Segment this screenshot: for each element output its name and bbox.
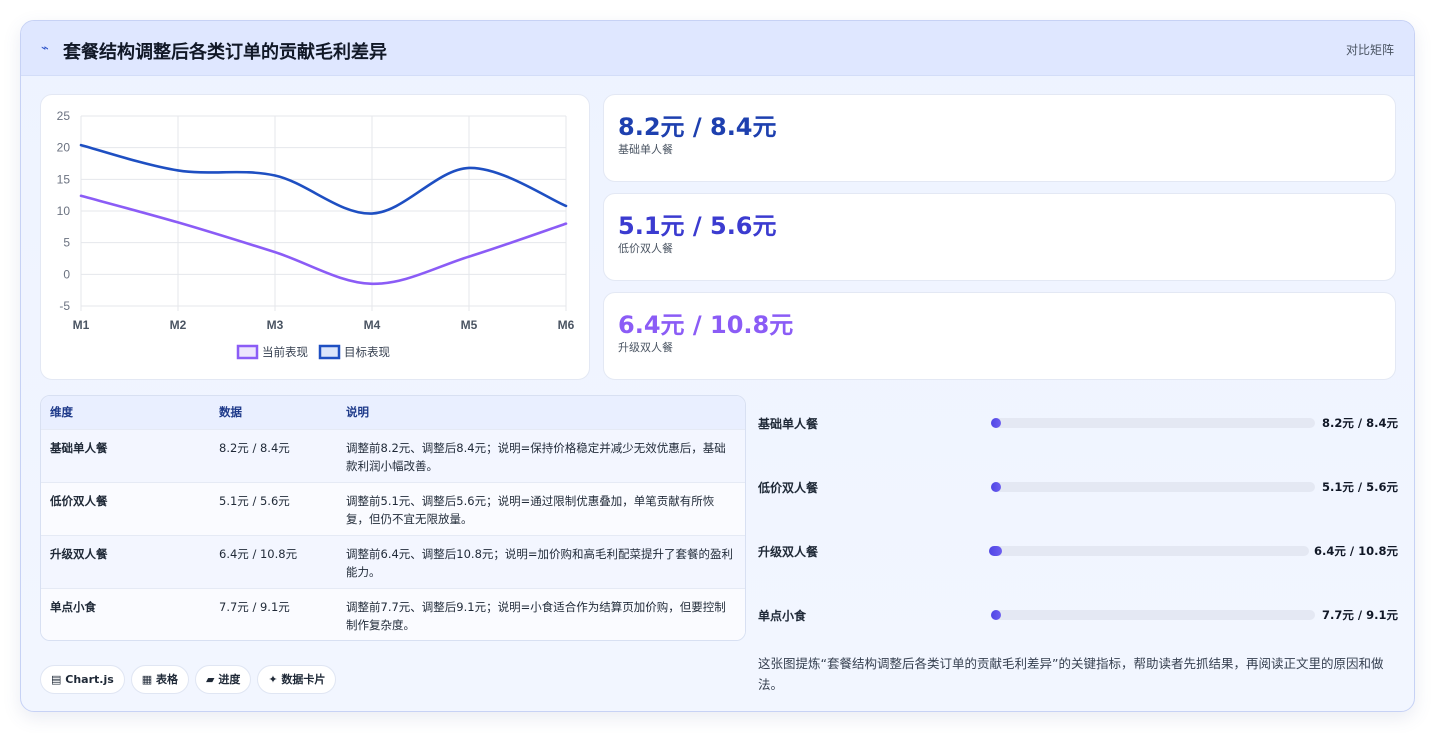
line-chart: 25 20 15 10 5 0 -5M1 M2 M3 M4 M5 M6 当前表现 目标表现 — [57, 109, 575, 360]
table-row: 低价双人餐 5.1元 / 5.6元 调整前5.1元、调整后5.6元；说明=通过限… — [41, 482, 745, 535]
cell-data: 6.4元 / 10.8元 — [219, 546, 298, 561]
progress-label: 单点小食 — [758, 609, 807, 623]
progress-row: 单点小食 7.7元 / 9.1元 — [758, 605, 1398, 625]
cell-data: 8.2元 / 8.4元 — [219, 440, 290, 455]
table-row: 基础单人餐 8.2元 / 8.4元 调整前8.2元、调整后8.4元；说明=保持价… — [41, 429, 745, 482]
chip-label: 表格 — [156, 673, 179, 686]
tech-chips: ▤ Chart.js ▦ 表格 ▰ 进度 ✦ 数据卡片 — [40, 665, 342, 695]
cell-note: 调整前6.4元、调整后10.8元；说明=加价购和高毛利配菜提升了套餐的盈利能力。 — [346, 546, 734, 579]
cell-note: 调整前8.2元、调整后8.4元；说明=保持价格稳定并减少无效优惠后，基础款利润小… — [346, 440, 726, 473]
column-header: 说明 — [346, 405, 369, 420]
chart-icon: ▤ — [51, 673, 62, 686]
chart-description: 这张图提炼“套餐结构调整后各类订单的贡献毛利差异”的关键指标，帮助读者先抓结果，… — [758, 656, 1384, 692]
kpi-label: 低价双人餐 — [618, 242, 673, 255]
x-tick-label: M1 — [73, 318, 90, 332]
progress-label: 基础单人餐 — [758, 417, 819, 431]
y-tick-label: 15 — [57, 172, 71, 186]
kpi-card-upgrade-double: 6.4元 / 10.8元 升级双人餐 — [603, 292, 1396, 380]
y-tick-label: 20 — [57, 141, 71, 155]
kpi-value: 6.4元 / 10.8元 — [618, 311, 794, 339]
chip-table[interactable]: ▦ 表格 — [130, 665, 190, 694]
panel-header: ⌁ 套餐结构调整后各类订单的贡献毛利差异 对比矩阵 — [21, 21, 1414, 76]
chip-chartjs[interactable]: ▤ Chart.js — [40, 665, 125, 694]
progress-track — [991, 418, 1315, 428]
cell-dimension: 升级双人餐 — [50, 546, 108, 561]
pulse-icon: ⌁ — [41, 41, 49, 56]
progress-icon: ▰ — [206, 673, 215, 686]
page-title: 套餐结构调整后各类订单的贡献毛利差异 — [63, 42, 387, 63]
x-tick-label: M3 — [267, 318, 284, 332]
progress-row: 基础单人餐 8.2元 / 8.4元 — [758, 413, 1398, 433]
progress-value: 8.2元 / 8.4元 — [1322, 416, 1398, 430]
progress-row: 升级双人餐 6.4元 / 10.8元 — [758, 541, 1398, 561]
legend-label: 目标表现 — [344, 345, 390, 359]
chip-data-cards[interactable]: ✦ 数据卡片 — [257, 665, 337, 694]
kpi-value: 5.1元 / 5.6元 — [618, 212, 777, 240]
legend-swatch — [236, 344, 259, 360]
table-row: 单点小食 7.7元 / 9.1元 调整前7.7元、调整后9.1元；说明=小食适合… — [41, 588, 745, 640]
y-tick-label: 5 — [63, 236, 70, 250]
progress-fill — [991, 482, 1001, 492]
progress-value: 6.4元 / 10.8元 — [1314, 544, 1398, 558]
kpi-label: 基础单人餐 — [618, 143, 673, 156]
x-tick-label: M5 — [461, 318, 478, 332]
cell-dimension: 低价双人餐 — [50, 493, 108, 508]
series-line — [79, 194, 568, 286]
progress-fill — [991, 610, 1001, 620]
cell-data: 7.7元 / 9.1元 — [219, 599, 290, 614]
line-chart-card: 25 20 15 10 5 0 -5 M1 M2 M3 M4 M5 M6 当前表现 目标表现 — [40, 94, 590, 380]
progress-track — [991, 482, 1315, 492]
chip-label: Chart.js — [65, 673, 114, 686]
chip-label: 进度 — [218, 673, 241, 686]
column-header: 维度 — [50, 405, 73, 420]
cell-note: 调整前7.7元、调整后9.1元；说明=小食适合作为结算页加价购，但要控制制作复杂… — [346, 599, 726, 632]
progress-list: 基础单人餐 8.2元 / 8.4元 低价双人餐 5.1元 / 5.6元 升级双人… — [758, 395, 1398, 645]
table-row: 升级双人餐 6.4元 / 10.8元 调整前6.4元、调整后10.8元；说明=加… — [41, 535, 745, 588]
table-header-row: 维度 数据 说明 — [41, 396, 745, 429]
data-table: 维度 数据 说明 基础单人餐 8.2元 / 8.4元 调整前8.2元、调整后8.… — [40, 395, 746, 641]
kpi-card-basic-single: 8.2元 / 8.4元 基础单人餐 — [603, 94, 1396, 182]
x-tick-label: M4 — [364, 318, 381, 332]
progress-label: 升级双人餐 — [758, 545, 819, 559]
progress-row: 低价双人餐 5.1元 / 5.6元 — [758, 477, 1398, 497]
cell-note: 调整前5.1元、调整后5.6元；说明=通过限制优惠叠加，单笔贡献有所恢复，但仍不… — [346, 493, 715, 526]
chip-label: 数据卡片 — [281, 673, 326, 686]
progress-label: 低价双人餐 — [758, 481, 819, 495]
y-tick-label: 10 — [57, 204, 71, 218]
kpi-value: 8.2元 / 8.4元 — [618, 113, 777, 141]
cell-data: 5.1元 / 5.6元 — [219, 493, 290, 508]
progress-fill — [989, 546, 1002, 556]
chip-progress[interactable]: ▰ 进度 — [195, 665, 252, 694]
legend-swatch — [318, 344, 341, 360]
x-tick-label: M6 — [558, 318, 575, 332]
x-tick-label: M2 — [170, 318, 187, 332]
progress-value: 7.7元 / 9.1元 — [1322, 608, 1398, 622]
kpi-label: 升级双人餐 — [618, 341, 673, 354]
cell-dimension: 单点小食 — [50, 599, 96, 614]
progress-fill — [991, 418, 1001, 428]
y-tick-label: 25 — [57, 109, 71, 123]
kpi-card-budget-double: 5.1元 / 5.6元 低价双人餐 — [603, 193, 1396, 281]
progress-track — [991, 610, 1315, 620]
sparkle-icon: ✦ — [268, 673, 278, 686]
y-tick-label: -5 — [59, 299, 70, 313]
legend-label: 当前表现 — [262, 345, 308, 359]
view-mode-label[interactable]: 对比矩阵 — [1346, 41, 1394, 58]
progress-track — [989, 546, 1309, 556]
table-icon: ▦ — [141, 673, 153, 686]
cell-dimension: 基础单人餐 — [50, 440, 108, 455]
column-header: 数据 — [219, 405, 242, 420]
progress-value: 5.1元 / 5.6元 — [1322, 480, 1398, 494]
y-tick-label: 0 — [63, 267, 70, 281]
comparison-panel: ⌁ 套餐结构调整后各类订单的贡献毛利差异 对比矩阵 25 20 15 10 5 0 -5 M1… — [20, 20, 1415, 712]
